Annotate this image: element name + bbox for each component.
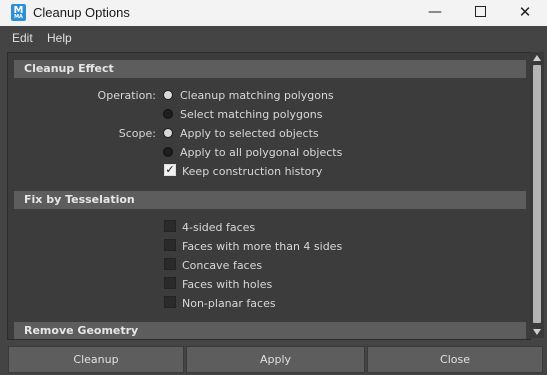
close-button[interactable]: Close	[367, 346, 543, 373]
checkbox-faces-more-than-4[interactable]	[164, 239, 176, 251]
menu-bar: Edit Help	[0, 26, 547, 48]
apply-button[interactable]: Apply	[186, 346, 365, 373]
checkbox-faces-with-holes[interactable]	[164, 277, 176, 289]
minimize-button[interactable]: —	[412, 0, 458, 26]
label-faces-with-holes: Faces with holes	[182, 278, 273, 291]
scope-label: Scope:	[118, 127, 156, 140]
keep-history-label: Keep construction history	[182, 165, 323, 178]
title-bar: M MA Cleanup Options — ✕	[0, 0, 547, 26]
close-window-button[interactable]: ✕	[502, 0, 547, 26]
minimize-icon: —	[428, 4, 442, 20]
scrollbar-thumb[interactable]	[533, 65, 541, 323]
radio-cleanup-matching[interactable]	[163, 90, 173, 100]
section-remove-geometry-title: Remove Geometry	[24, 324, 139, 337]
keep-history-checkbox[interactable]: ✓	[164, 164, 176, 176]
options-scroll-area[interactable]: Cleanup Effect Operation: Cleanup matchi…	[7, 52, 531, 340]
maximize-icon	[474, 5, 486, 17]
scroll-down-arrow-icon[interactable]	[533, 329, 541, 335]
section-fix-by-tesselation[interactable]: Fix by Tesselation	[14, 191, 526, 209]
operation-label: Operation:	[97, 89, 156, 102]
menu-edit[interactable]: Edit	[12, 31, 33, 45]
window-title: Cleanup Options	[33, 5, 130, 20]
maximize-button[interactable]	[457, 0, 503, 26]
radio-cleanup-matching-label: Cleanup matching polygons	[180, 89, 334, 102]
checkbox-concave-faces[interactable]	[164, 258, 176, 270]
section-fix-by-tesselation-title: Fix by Tesselation	[24, 193, 135, 206]
vertical-scrollbar[interactable]	[530, 52, 544, 338]
label-4-sided-faces: 4-sided faces	[182, 221, 256, 234]
radio-apply-selected[interactable]	[163, 128, 173, 138]
radio-apply-all-label: Apply to all polygonal objects	[180, 146, 343, 159]
scroll-up-arrow-icon[interactable]	[533, 55, 541, 61]
radio-select-matching[interactable]	[163, 109, 173, 119]
checkbox-4-sided-faces[interactable]	[164, 220, 176, 232]
maya-app-icon: M MA	[11, 4, 26, 21]
label-faces-more-than-4: Faces with more than 4 sides	[182, 240, 343, 253]
section-cleanup-effect[interactable]: Cleanup Effect	[14, 60, 526, 78]
checkbox-non-planar-faces[interactable]	[164, 296, 176, 308]
label-concave-faces: Concave faces	[182, 259, 263, 272]
section-cleanup-effect-title: Cleanup Effect	[24, 62, 114, 75]
label-non-planar-faces: Non-planar faces	[182, 297, 276, 310]
radio-apply-all[interactable]	[163, 147, 173, 157]
section-remove-geometry[interactable]: Remove Geometry	[14, 322, 526, 339]
radio-select-matching-label: Select matching polygons	[180, 108, 323, 121]
menu-help[interactable]: Help	[47, 31, 72, 45]
app-icon-sub: MA	[14, 14, 23, 20]
cleanup-button[interactable]: Cleanup	[8, 346, 184, 373]
close-icon: ✕	[518, 3, 532, 21]
checkmark-icon: ✓	[165, 163, 175, 176]
radio-apply-selected-label: Apply to selected objects	[180, 127, 319, 140]
